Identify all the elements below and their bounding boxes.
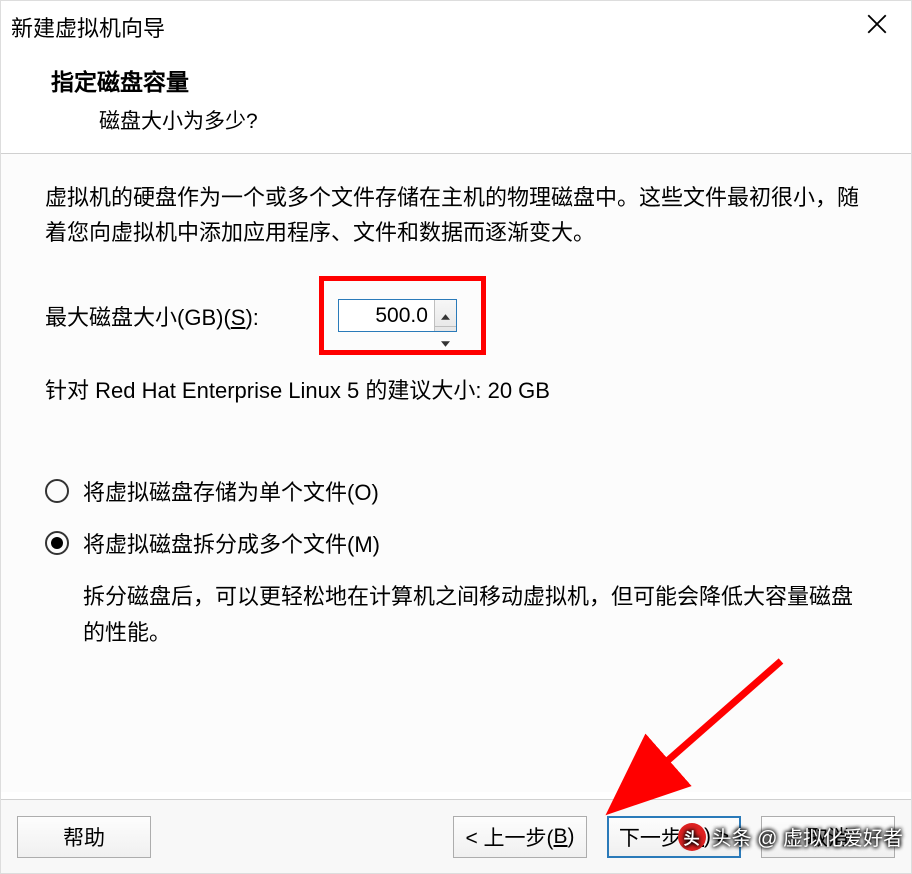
wizard-header: 指定磁盘容量 磁盘大小为多少?: [1, 53, 911, 153]
spinner-up[interactable]: [435, 300, 456, 327]
disk-size-label: 最大磁盘大小(GB)(S):: [45, 300, 259, 332]
option-split-description: 拆分磁盘后，可以更轻松地在计算机之间移动虚拟机，但可能会降低大容量磁盘的性能。: [45, 579, 867, 649]
wizard-window: 新建虚拟机向导 指定磁盘容量 磁盘大小为多少? 虚拟机的硬盘作为一个或多个文件存…: [0, 0, 912, 874]
content-area: 虚拟机的硬盘作为一个或多个文件存储在主机的物理磁盘中。这些文件最初很小，随着您向…: [1, 154, 911, 792]
chevron-down-icon: [441, 327, 450, 353]
watermark-logo-icon: 头: [678, 823, 706, 851]
page-subheading: 磁盘大小为多少?: [51, 105, 911, 135]
disk-size-input[interactable]: [339, 300, 434, 331]
radio-icon: [45, 531, 69, 555]
watermark-text: 头条 @ 虚拟化爱好者: [712, 822, 903, 851]
close-icon: [867, 14, 887, 40]
disk-storage-options: 将虚拟磁盘存储为单个文件(O) 将虚拟磁盘拆分成多个文件(M) 拆分磁盘后，可以…: [45, 475, 867, 649]
spinner-down[interactable]: [435, 327, 456, 353]
recommended-size: 针对 Red Hat Enterprise Linux 5 的建议大小: 20 …: [45, 373, 867, 405]
close-button[interactable]: [853, 3, 901, 51]
option-split-label: 将虚拟磁盘拆分成多个文件(M): [83, 527, 380, 559]
spinner-buttons: [434, 300, 456, 331]
disk-size-spinner[interactable]: [338, 299, 457, 332]
help-button[interactable]: 帮助: [17, 816, 151, 858]
option-single-label: 将虚拟磁盘存储为单个文件(O): [83, 475, 379, 507]
highlight-annotation: [319, 276, 486, 355]
back-button[interactable]: < 上一步(B): [453, 816, 587, 858]
option-split-files[interactable]: 将虚拟磁盘拆分成多个文件(M): [45, 527, 867, 559]
titlebar: 新建虚拟机向导: [1, 1, 911, 53]
window-title: 新建虚拟机向导: [11, 11, 853, 43]
chevron-up-icon: [441, 300, 450, 326]
page-heading: 指定磁盘容量: [51, 63, 911, 97]
option-single-file[interactable]: 将虚拟磁盘存储为单个文件(O): [45, 475, 867, 507]
disk-size-row: 最大磁盘大小(GB)(S):: [45, 276, 867, 355]
disk-description: 虚拟机的硬盘作为一个或多个文件存储在主机的物理磁盘中。这些文件最初很小，随着您向…: [45, 180, 867, 250]
radio-icon: [45, 479, 69, 503]
watermark: 头 头条 @ 虚拟化爱好者: [678, 822, 903, 851]
